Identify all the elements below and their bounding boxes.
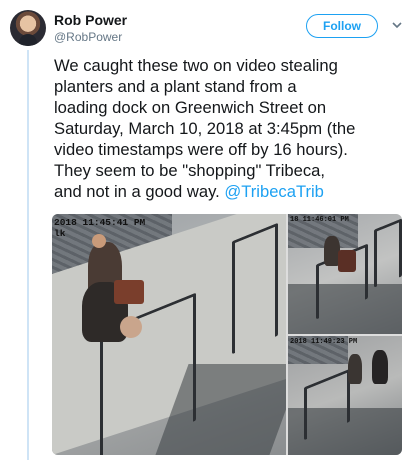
timestamp-bottom-right: 2018 11:49:23 PM — [290, 338, 358, 346]
timestamp-main: 2018 11:45:41 PM — [54, 217, 146, 228]
tweet-text: We caught these two on video stealing pl… — [54, 55, 410, 202]
chevron-down-icon[interactable] — [390, 18, 404, 32]
security-camera-still-main[interactable]: 2018 11:45:41 PM lk — [52, 214, 286, 455]
tweet-media[interactable]: 2018 11:45:41 PM lk 18 11:46:01 PM 2018 … — [52, 214, 402, 455]
user-handle[interactable]: @RobPower — [54, 30, 122, 44]
security-camera-still-top-right[interactable]: 18 11:46:01 PM — [288, 214, 402, 334]
tweet-card: Rob Power @RobPower Follow We caught the… — [0, 0, 420, 461]
follow-button[interactable]: Follow — [306, 14, 378, 38]
security-camera-still-bottom-right[interactable]: 2018 11:49:23 PM — [288, 336, 402, 455]
user-name[interactable]: Rob Power — [54, 12, 127, 28]
timestamp-top-right: 18 11:46:01 PM — [290, 216, 349, 224]
avatar[interactable] — [10, 10, 46, 46]
tweet-body: We caught these two on video stealing pl… — [54, 56, 356, 201]
mention-link[interactable]: @TribecaTrib — [224, 182, 324, 201]
timestamp-main-sub: lk — [54, 228, 66, 239]
thread-line — [27, 50, 29, 460]
